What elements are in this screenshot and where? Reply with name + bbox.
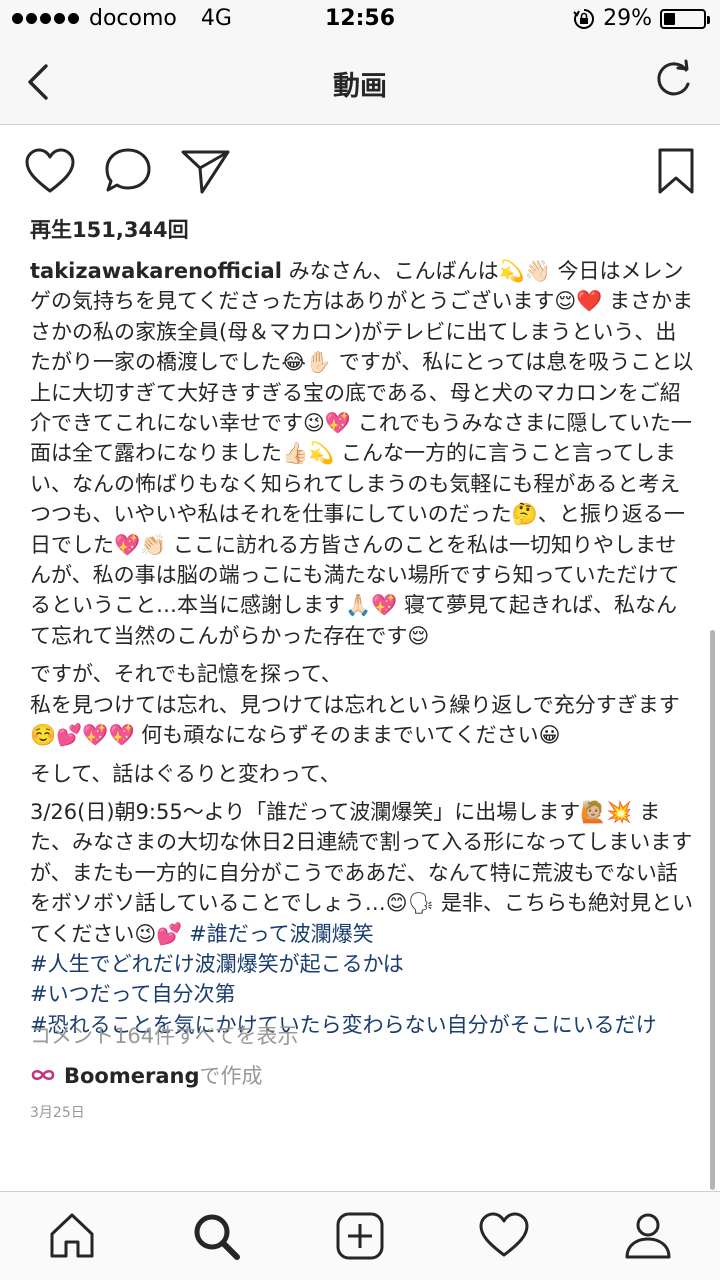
bottom-tab-bar [0,1191,720,1280]
post-actions [0,146,720,202]
hashtag-link[interactable]: #人生でどれだけ波瀾爆笑が起こるかは [30,952,404,976]
profile-icon[interactable] [622,1210,674,1262]
refresh-icon[interactable] [650,58,696,104]
status-right: 29% [573,6,710,31]
status-bar: docomo 4G 12:56 29% [0,0,720,40]
view-count: 再生151,344回 [30,218,189,242]
like-heart-icon[interactable] [24,146,76,198]
battery-percent: 29% [603,6,652,31]
boomerang-suffix: で作成 [199,1064,263,1088]
share-send-icon[interactable] [180,146,232,198]
caption-text: 私を見つけては忘れ、見つけては忘れという繰り返しで充分すぎます☺️💕💖💖 何も頑… [30,692,680,748]
battery-icon [660,8,710,29]
post-date: 3月25日 [30,1105,85,1121]
caption-paragraph: takizawakarenofficial みなさん、こんばんは💫👋🏻 今日はメ… [30,256,694,651]
hashtag-link[interactable]: #いつだって自分次第 [30,982,236,1006]
boomerang-attribution[interactable]: Boomerangで作成 [30,1060,263,1090]
caption-text: ですが、それでも記憶を探って、 [30,662,342,687]
page-title: 動画 [333,71,387,102]
battery-level [664,12,675,25]
scrollbar[interactable] [710,630,715,1190]
bookmark-icon[interactable] [650,146,702,198]
home-icon[interactable] [46,1210,98,1262]
caption-paragraph: 3/26(日)朝9:55〜より「誰だって波瀾爆笑」に出場します🙋🏼💥 また、みな… [30,797,694,1040]
post-caption: takizawakarenofficial みなさん、こんばんは💫👋🏻 今日はメ… [30,256,694,1040]
caption-paragraph: ですが、それでも記憶を探って、私を見つけては忘れ、見つけては忘れという繰り返しで… [30,659,694,750]
boomerang-name: Boomerang [64,1064,200,1088]
comment-bubble-icon[interactable] [102,146,154,198]
new-post-icon[interactable] [334,1210,386,1262]
rotation-lock-icon [573,8,595,29]
username-link[interactable]: takizawakarenofficial [30,259,282,283]
battery-cap [707,15,710,24]
caption-text: そして、話はぐるりと変わって、 [30,761,341,786]
navigation-bar: 動画 [0,40,720,125]
activity-heart-icon[interactable] [478,1210,530,1262]
caption-paragraph: そして、話はぐるりと変わって、 [30,759,694,789]
search-icon[interactable] [190,1210,242,1262]
view-all-comments-link[interactable]: コメント164件すべてを表示 [30,1020,298,1050]
caption-text: みなさん、こんばんは💫👋🏻 今日はメレンゲの気持ちを見てくださった方はありがとう… [30,259,694,648]
hashtag-link[interactable]: #誰だって波瀾爆笑 [189,922,374,946]
infinity-icon [31,1069,55,1081]
